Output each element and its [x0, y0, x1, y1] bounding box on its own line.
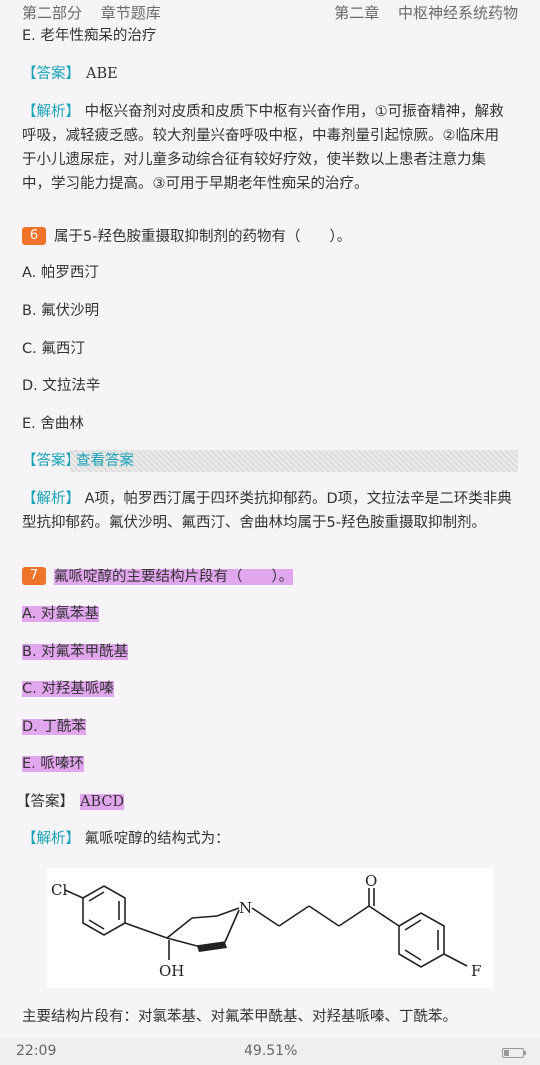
chlorine-label: Cl [51, 881, 67, 899]
haloperidol-structure-image: Cl N O OH F [47, 868, 493, 988]
part-label: 第二部分 [22, 4, 83, 22]
q6-option-d[interactable]: D. 文拉法辛 [22, 374, 100, 399]
option-text: A. 对氯苯基 [22, 606, 99, 622]
reading-progress: 49.51% [244, 1043, 298, 1059]
q6-option-a[interactable]: A. 帕罗西汀 [22, 261, 99, 286]
battery-icon [502, 1048, 526, 1058]
q6-option-e[interactable]: E. 舍曲林 [22, 412, 84, 437]
question-text: 属于5-羟色胺重摄取抑制剂的药物有（ ）。 [54, 229, 352, 245]
fluorine-label: F [471, 962, 481, 980]
analysis-line: 于小儿遗尿症，对儿童多动综合征有较好疗效，使半数以上患者注意力集 [22, 152, 486, 168]
q5-analysis: 【解析】 中枢兴奋剂对皮质和皮质下中枢有兴奋作用，①可振奋精神，解救 呼吸，减轻… [22, 100, 520, 196]
analysis-tag: 【解析】 [22, 104, 80, 120]
analysis-line: A项，帕罗西汀属于四环类抗抑郁药。D项，文拉法辛是二环类非典 [84, 491, 512, 507]
answer-tag: 【答案】 [16, 794, 74, 810]
chapter-title: 中枢神经系统药物 [397, 4, 518, 22]
section-label: 章节题库 [100, 4, 161, 22]
structure-svg: Cl N O OH F [51, 872, 481, 980]
q7-option-c[interactable]: C. 对羟基哌嗪 [22, 677, 114, 702]
analysis-line: 呼吸，减轻疲乏感。较大剂量兴奋呼吸中枢，中毒剂量引起惊厥。②临床用 [22, 128, 499, 144]
reader-header: 第二部分 章节题库 第二章 中枢神经系统药物 [0, 0, 540, 24]
hydroxyl-label: OH [159, 962, 184, 980]
view-answer-label: 查看答案 [76, 453, 134, 469]
question-number-badge: 6 [22, 227, 46, 245]
answer-value: ABE [86, 66, 118, 82]
q7-option-d[interactable]: D. 丁酰苯 [22, 715, 86, 740]
q7-option-a[interactable]: A. 对氯苯基 [22, 602, 99, 627]
q7-analysis: 【解析】 氟哌啶醇的结构式为： [22, 827, 230, 852]
status-footer: 22:09 49.51% [0, 1038, 540, 1065]
answer-tag: 【答案】 [22, 66, 80, 82]
nitrogen-label: N [239, 899, 252, 917]
analysis-line: 中枢兴奋剂对皮质和皮质下中枢有兴奋作用，①可振奋精神，解救 [84, 104, 504, 120]
option-text: C. 对羟基哌嗪 [22, 681, 114, 697]
q7-option-b[interactable]: B. 对氟苯甲酰基 [22, 640, 129, 665]
q5-option-e: E. 老年性痴呆的治疗 [22, 28, 157, 44]
q7-summary: 主要结构片段有：对氯苯基、对氟苯甲酰基、对羟基哌嗪、丁酰苯。 [22, 1009, 457, 1025]
clock-time: 22:09 [16, 1043, 57, 1059]
oxygen-label: O [365, 872, 377, 890]
battery-level [504, 1050, 510, 1056]
q5-answer: 【答案】 ABE [22, 62, 118, 87]
question-number-badge: 7 [22, 567, 46, 585]
answer-value: ABCD [80, 794, 125, 810]
view-answer-button[interactable]: 查看答案 [70, 450, 518, 472]
analysis-tag: 【解析】 [22, 491, 80, 507]
q7-option-e[interactable]: E. 哌嗪环 [22, 752, 84, 777]
q6-question: 6 属于5-羟色胺重摄取抑制剂的药物有（ ）。 [22, 225, 351, 250]
option-text: D. 丁酰苯 [22, 719, 86, 735]
option-text: B. 对氟苯甲酰基 [22, 644, 129, 660]
chapter-label: 第二章 [334, 4, 380, 22]
analysis-line: 中，学习能力提高。③可用于早期老年性痴呆的治疗。 [22, 176, 369, 192]
q7-question: 7 氟哌啶醇的主要结构片段有（ ）。 [22, 565, 294, 590]
q6-analysis: 【解析】 A项，帕罗西汀属于四环类抗抑郁药。D项，文拉法辛是二环类非典 型抗抑郁… [22, 487, 520, 535]
q6-option-c[interactable]: C. 氟西汀 [22, 337, 85, 362]
option-text: E. 哌嗪环 [22, 756, 84, 772]
q7-answer: 【答案】 ABCD [16, 790, 125, 815]
question-text: 氟哌啶醇的主要结构片段有（ ）。 [54, 569, 294, 585]
analysis-tag: 【解析】 [22, 831, 80, 847]
q6-option-b[interactable]: B. 氟伏沙明 [22, 299, 99, 324]
analysis-line: 型抗抑郁药。氟伏沙明、氟西汀、舍曲林均属于5-羟色胺重摄取抑制剂。 [22, 515, 486, 531]
analysis-text: 氟哌啶醇的结构式为： [84, 831, 230, 847]
